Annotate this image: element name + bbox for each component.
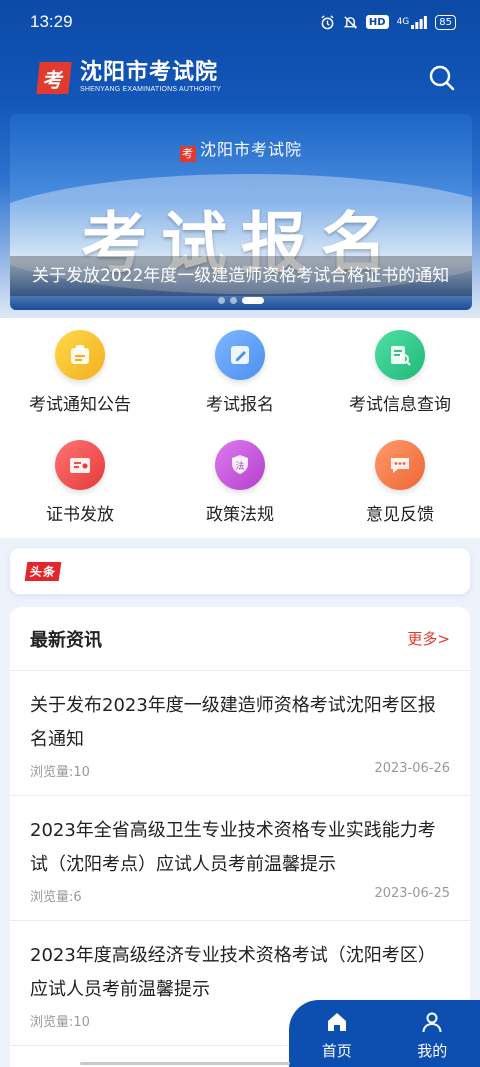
menu-item-notice[interactable]: 考试通知公告 <box>0 324 160 434</box>
banner-logo-text: 沈阳市考试院 <box>199 140 302 159</box>
headline-tag: 头条 <box>24 561 62 581</box>
menu-label: 考试信息查询 <box>349 395 451 415</box>
chat-icon <box>375 440 425 490</box>
news-header: 最新资讯 更多> <box>10 607 470 671</box>
nav-mine[interactable]: 我的 <box>417 1010 447 1061</box>
signal-icon: 4G <box>396 15 428 29</box>
news-item[interactable]: 2023年全省高级卫生专业技术资格专业实践能力考试（沈阳考点）应试人员考前温馨提… <box>10 796 470 921</box>
news-item-title: 2023年度高级经济专业技术资格考试（沈阳考区）应试人员考前温馨提示 <box>30 945 436 1000</box>
status-icons: HD 4G 85 <box>320 14 456 30</box>
hd-icon: HD <box>365 15 389 29</box>
carousel-dot[interactable] <box>218 297 225 304</box>
bottom-navigation: 首页 我的 <box>289 1000 480 1067</box>
menu-label: 考试报名 <box>206 395 274 415</box>
network-label: 4G <box>396 17 410 27</box>
more-link[interactable]: 更多> <box>407 628 450 649</box>
news-item-views: 浏览量:10 <box>30 765 90 780</box>
alarm-icon <box>320 14 335 30</box>
menu-item-certificate[interactable]: 证书发放 <box>0 434 160 544</box>
app-name: 沈阳市考试院 <box>80 60 219 85</box>
status-time: 13:29 <box>30 12 73 31</box>
news-item-views: 浏览量:10 <box>30 1015 90 1030</box>
app-logo: 考 <box>36 62 72 94</box>
battery-icon: 85 <box>435 14 456 30</box>
banner-caption[interactable]: 关于发放2022年度一级建造师资格考试合格证书的通知 <box>10 256 472 296</box>
edit-form-icon <box>215 330 265 380</box>
news-section: 最新资讯 更多> 关于发布2023年度一级建造师资格考试沈阳考区报名通知 浏览量… <box>10 607 470 1067</box>
mute-icon <box>343 15 358 30</box>
app-name-en: SHENYANG EXAMINATIONS AUTHORITY <box>80 86 222 93</box>
menu-item-registration[interactable]: 考试报名 <box>160 324 320 434</box>
news-section-title: 最新资讯 <box>30 629 102 651</box>
carousel-dot[interactable] <box>230 297 237 304</box>
banner-logo: 考沈阳市考试院 <box>10 136 472 162</box>
law-shield-icon: 法 <box>215 440 265 490</box>
nav-label: 我的 <box>417 1042 448 1060</box>
news-item-date: 2023-06-26 <box>374 761 450 776</box>
menu-label: 意见反馈 <box>366 505 434 525</box>
nav-home[interactable]: 首页 <box>322 1010 352 1061</box>
carousel-indicator <box>10 297 472 304</box>
menu-item-feedback[interactable]: 意见反馈 <box>320 434 480 544</box>
home-indicator[interactable] <box>80 1062 290 1065</box>
status-bar: 13:29 HD 4G 85 <box>0 0 480 44</box>
service-menu-grid: 考试通知公告 考试报名 考试信息查询 证书发放 法 政策法规 意见反馈 <box>0 318 480 538</box>
carousel-dot-active[interactable] <box>242 297 264 304</box>
search-icon <box>429 65 455 91</box>
banner-carousel[interactable]: 考沈阳市考试院 考试报名 关于发放2022年度一级建造师资格考试合格证书的通知 <box>10 114 472 310</box>
news-item-meta: 浏览量:6 2023-06-25 <box>30 886 450 905</box>
search-button[interactable] <box>424 60 460 96</box>
banner-logo-mark: 考 <box>179 146 196 162</box>
news-item-meta: 浏览量:10 2023-06-26 <box>30 761 450 780</box>
news-item[interactable]: 关于发布2023年度一级建造师资格考试沈阳考区报名通知 浏览量:10 2023-… <box>10 671 470 796</box>
news-item-date: 2023-06-25 <box>374 886 450 901</box>
news-item-views: 浏览量:6 <box>30 890 82 905</box>
menu-label: 考试通知公告 <box>29 395 131 415</box>
brand: 沈阳市考试院 SHENYANG EXAMINATIONS AUTHORITY <box>80 61 221 95</box>
menu-item-policy[interactable]: 法 政策法规 <box>160 434 320 544</box>
menu-item-query[interactable]: 考试信息查询 <box>320 324 480 434</box>
search-doc-icon <box>375 330 425 380</box>
headline-ticker[interactable]: 头条 <box>10 548 470 594</box>
certificate-icon <box>55 440 105 490</box>
notice-icon <box>55 330 105 380</box>
nav-label: 首页 <box>321 1042 352 1060</box>
user-icon <box>422 1012 442 1033</box>
menu-label: 证书发放 <box>46 505 114 525</box>
news-item-title: 关于发布2023年度一级建造师资格考试沈阳考区报名通知 <box>30 695 436 750</box>
news-item-title: 2023年全省高级卫生专业技术资格专业实践能力考试（沈阳考点）应试人员考前温馨提… <box>30 820 436 875</box>
menu-label: 政策法规 <box>206 505 274 525</box>
svg-text:法: 法 <box>235 460 244 472</box>
home-icon <box>327 1013 346 1031</box>
app-bar: 考 沈阳市考试院 SHENYANG EXAMINATIONS AUTHORITY <box>0 48 480 108</box>
